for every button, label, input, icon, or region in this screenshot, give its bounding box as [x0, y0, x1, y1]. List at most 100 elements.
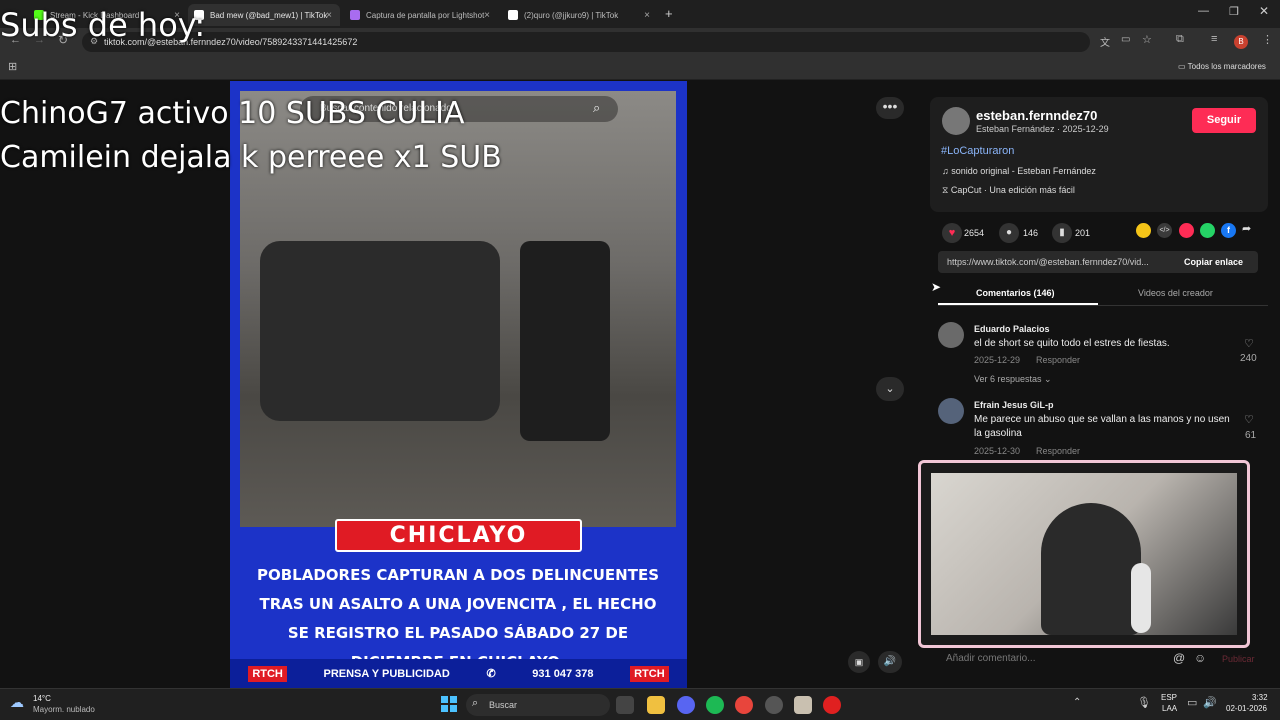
tiktok-icon	[508, 10, 518, 20]
tab-comments[interactable]: Comentarios (146)	[976, 288, 1055, 298]
close-icon[interactable]: ×	[326, 10, 332, 21]
folder-icon: ▭	[1178, 62, 1188, 71]
file-explorer-icon[interactable]	[647, 696, 665, 714]
search-icon: ⌕	[472, 697, 479, 709]
tab-bad-mew[interactable]: Bad mew (@bad_mew1) | TikTok ×	[188, 4, 340, 26]
translate-icon[interactable]: 文	[1100, 34, 1110, 49]
comment-like-count: 240	[1240, 353, 1257, 364]
comment-placeholder: Añadir comentario...	[946, 653, 1036, 664]
follow-button[interactable]: Seguir	[1192, 108, 1256, 133]
reply-button[interactable]: Responder	[1036, 355, 1080, 365]
apps-icon[interactable]: ⊞	[8, 60, 17, 73]
new-tab-button[interactable]: +	[665, 6, 673, 21]
view-replies-button[interactable]: Ver 6 respuestas ⌄	[974, 374, 1052, 385]
search-icon[interactable]: ⌕	[593, 100, 600, 116]
microphone-shape	[1131, 563, 1151, 633]
subs-line-2: Camilein dejala k perreee x1 SUB	[0, 140, 502, 175]
like-count: 2654	[964, 228, 985, 238]
mention-icon[interactable]: @	[1173, 651, 1185, 665]
task-view-icon[interactable]	[616, 696, 634, 714]
avatar[interactable]	[938, 322, 964, 348]
post-button[interactable]: Publicar	[1222, 654, 1255, 664]
next-video-button[interactable]: ⌄	[876, 377, 904, 401]
comment-author[interactable]: Eduardo Palacios	[974, 324, 1050, 334]
share-link: https://www.tiktok.com/@esteban.fernndez…	[947, 257, 1149, 267]
taskbar-search-label: Buscar	[489, 700, 518, 710]
more-options-button[interactable]: •••	[876, 97, 904, 119]
comment-count: 146	[1023, 228, 1039, 238]
weather-desc[interactable]: Mayorm. nublado	[33, 705, 95, 714]
tab-lightshot[interactable]: Captura de pantalla por Lightshot ×	[344, 4, 498, 26]
app-icon[interactable]	[794, 696, 812, 714]
extensions-icon[interactable]: ⧉	[1176, 33, 1184, 46]
volume-icon[interactable]: 🔊	[1203, 696, 1217, 709]
spotify-icon[interactable]	[706, 696, 724, 714]
cast-icon[interactable]: ▭	[1121, 34, 1130, 45]
coin-icon[interactable]	[1136, 223, 1151, 238]
close-icon[interactable]: ×	[484, 10, 490, 21]
person-shape	[520, 241, 610, 441]
like-icon[interactable]: ♥	[942, 223, 962, 243]
comment-icon[interactable]: ●	[999, 223, 1019, 243]
media-icon[interactable]: ≡	[1211, 33, 1217, 45]
comment-input[interactable]: Añadir comentario...	[938, 651, 1238, 669]
share-icon[interactable]: ➦	[1242, 222, 1251, 235]
creator-avatar[interactable]	[942, 107, 970, 135]
rtch-logo: RTCH	[248, 665, 287, 682]
address-bar[interactable]: ⚙ tiktok.com/@esteban.fernndez70/video/7…	[82, 32, 1090, 52]
chevron-up-icon[interactable]: ⌃	[1073, 697, 1081, 708]
obs-icon[interactable]	[765, 696, 783, 714]
taskbar-search[interactable]: ⌕ Buscar	[466, 694, 610, 716]
network-icon[interactable]: ▭	[1187, 696, 1197, 709]
embed-icon[interactable]: </>	[1157, 223, 1172, 238]
rtch-logo-right: RTCH	[630, 665, 669, 682]
send-icon[interactable]	[1179, 223, 1194, 238]
comment-author[interactable]: Efrain Jesus GiL-p	[974, 400, 1054, 410]
volume-button[interactable]: 🔊	[878, 651, 902, 673]
capcut-icon: ⧖	[942, 185, 951, 195]
copy-link-button[interactable]: Copiar enlace	[1184, 257, 1243, 267]
mic-icon[interactable]: 🎙	[1137, 696, 1151, 709]
clock-time[interactable]: 3:32	[1252, 693, 1268, 702]
tab-label: (2)quro (@jjkuro9) | TikTok	[524, 10, 619, 20]
lightshot-icon	[350, 10, 360, 20]
close-icon[interactable]: ×	[644, 10, 650, 21]
all-bookmarks-button[interactable]: ▭ Todos los marcadores	[1178, 62, 1266, 71]
clock-date[interactable]: 02-01-2026	[1226, 704, 1267, 713]
webcam-feed	[931, 473, 1237, 635]
close-window-button[interactable]: ✕	[1259, 4, 1269, 18]
pip-button[interactable]: ▣	[848, 651, 870, 673]
reply-button[interactable]: Responder	[1036, 446, 1080, 456]
language-primary[interactable]: ESP	[1161, 693, 1177, 702]
menu-icon[interactable]: ⋮	[1262, 33, 1273, 46]
weather-temp[interactable]: 14°C	[33, 694, 51, 703]
sound-row[interactable]: ♫ sonido original - Esteban Fernández	[942, 166, 1096, 176]
tab-creator-videos[interactable]: Videos del creador	[1138, 288, 1213, 298]
creator-username[interactable]: esteban.fernndez70	[976, 108, 1097, 123]
restore-button[interactable]: ❐	[1229, 5, 1239, 18]
bookmark-icon[interactable]: ▮	[1052, 223, 1072, 243]
language-secondary[interactable]: LAA	[1162, 704, 1177, 713]
weather-icon[interactable]: ☁	[10, 694, 24, 711]
heart-outline-icon[interactable]: ♡	[1244, 413, 1254, 426]
minimize-button[interactable]: —	[1198, 5, 1209, 17]
sound-label: sonido original - Esteban Fernández	[951, 166, 1096, 176]
hashtag-link[interactable]: #LoCapturaron	[941, 145, 1014, 157]
star-icon[interactable]: ☆	[1142, 33, 1152, 46]
comment-text: Me parece un abuso que se vallan a las m…	[974, 414, 1230, 439]
profile-avatar[interactable]: B	[1234, 35, 1248, 49]
windows-start-icon[interactable]	[441, 696, 457, 712]
whatsapp-share-icon[interactable]	[1200, 223, 1215, 238]
video-banner: CHICLAYO	[335, 519, 582, 552]
emoji-icon[interactable]: ☺	[1194, 651, 1206, 665]
save-count: 201	[1075, 228, 1091, 238]
tab-quro[interactable]: (2)quro (@jjkuro9) | TikTok ×	[502, 4, 658, 26]
streamer-shape	[1041, 503, 1141, 635]
chrome-icon[interactable]	[735, 696, 753, 714]
recorder-icon[interactable]	[823, 696, 841, 714]
avatar[interactable]	[938, 398, 964, 424]
heart-outline-icon[interactable]: ♡	[1244, 337, 1254, 350]
capcut-row[interactable]: ⧖ CapCut · Una edición más fácil	[942, 185, 1075, 196]
discord-icon[interactable]	[677, 696, 695, 714]
facebook-icon[interactable]: f	[1221, 223, 1236, 238]
